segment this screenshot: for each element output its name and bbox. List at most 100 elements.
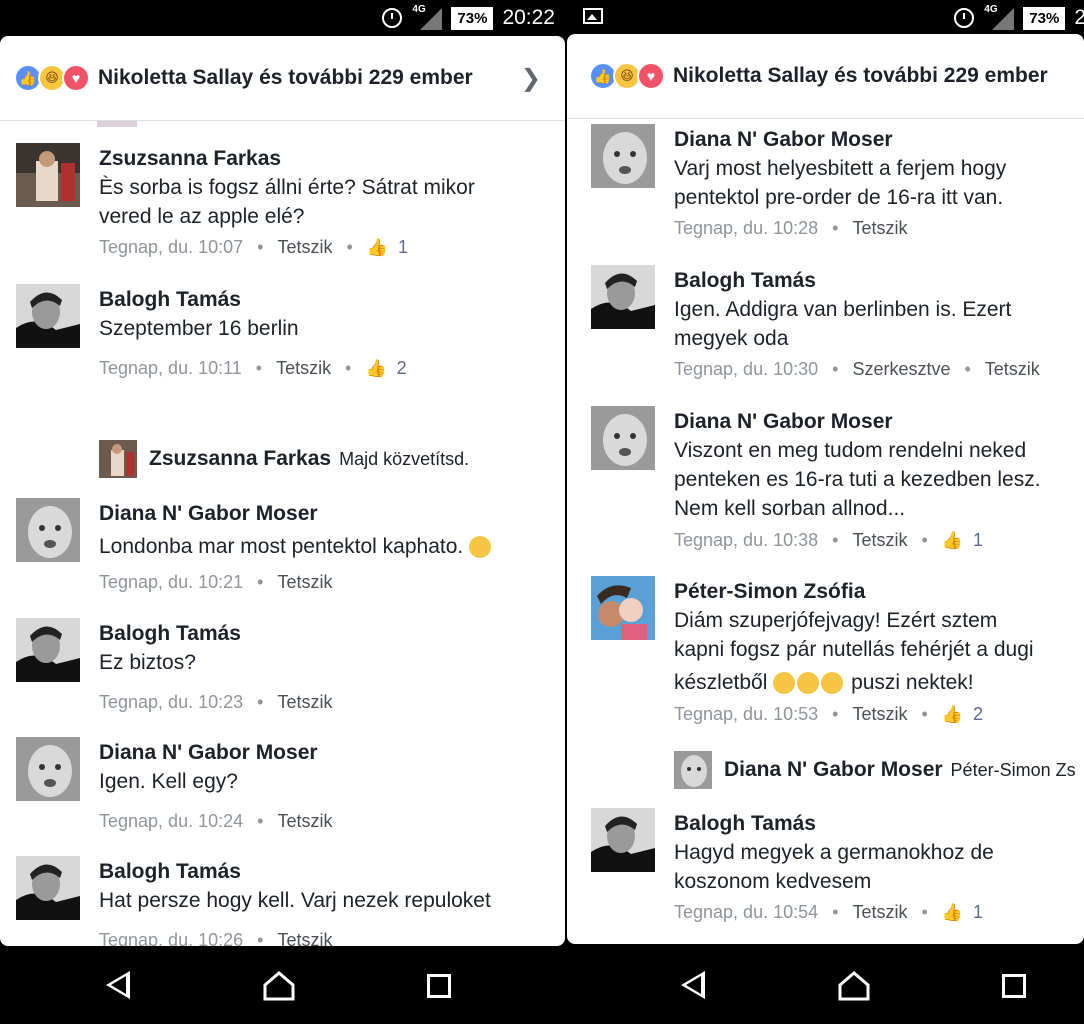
comment-text: Hat persze hogy kell. Varj nezek repulok…	[99, 886, 491, 915]
comment-meta: Tegnap, du. 10:54 • Tetszik • 👍 1	[674, 902, 983, 923]
like-button[interactable]: Tetszik	[276, 358, 331, 379]
comment-author[interactable]: Diana N' Gabor Moser	[674, 410, 893, 434]
home-icon[interactable]	[263, 971, 295, 1001]
comment-text-line: Hagyd megyek a germanokhoz de	[674, 841, 994, 864]
comment-text: Varj most helyesbitett a ferjem hogy pen…	[674, 154, 1006, 212]
like-button[interactable]: Tetszik	[852, 218, 907, 239]
home-icon[interactable]	[838, 971, 870, 1001]
comment-text: Igen. Kell egy?	[99, 767, 238, 796]
thumbs-up-icon: 👍	[941, 704, 963, 724]
avatar[interactable]	[591, 576, 655, 640]
reactions-header[interactable]: 👍 😆 ♥ Nikoletta Sallay és további 229 em…	[567, 34, 1084, 119]
reply-author[interactable]: Zsuzsanna Farkas	[149, 447, 331, 471]
edited-label[interactable]: Szerkesztve	[852, 359, 950, 380]
like-count[interactable]: 2	[397, 358, 407, 379]
comment-text-line: koszonom kedvesem	[674, 870, 872, 893]
comment-text: Hagyd megyek a germanokhoz de koszonom k…	[674, 838, 994, 896]
thumbs-up-icon: 👍	[941, 902, 963, 922]
avatar[interactable]	[591, 406, 655, 470]
comment-text-line: Diám szuperjófejvagy! Ezért sztem	[674, 609, 998, 632]
comment-author[interactable]: Balogh Tamás	[99, 288, 241, 312]
love-reaction-icon: ♥	[62, 64, 90, 92]
comment-author[interactable]: Balogh Tamás	[99, 860, 241, 884]
comment-author[interactable]: Diana N' Gabor Moser	[99, 741, 318, 765]
avatar[interactable]	[16, 498, 80, 562]
avatar[interactable]	[591, 808, 655, 872]
comment-text: Igen. Addigra van berlinben is. Ezert me…	[674, 295, 1011, 353]
avatar[interactable]	[591, 265, 655, 329]
reply-author[interactable]: Diana N' Gabor Moser	[724, 758, 943, 782]
like-button[interactable]: Tetszik	[277, 692, 332, 713]
comment-time: Tegnap, du. 10:30	[674, 359, 819, 379]
comment-text: Londonba mar most pentektol kaphato.	[99, 532, 493, 561]
avatar[interactable]	[16, 143, 80, 207]
comment-text-line: Igen. Addigra van berlinben is. Ezert	[674, 298, 1012, 321]
right-screen: 4G 73% 2 👍 😆 ♥ Nikoletta Sallay és továb…	[567, 0, 1084, 1024]
comment-author[interactable]: Diana N' Gabor Moser	[674, 128, 893, 152]
comment-thread: Diana N' Gabor Moser Varj most helyesbit…	[567, 119, 1084, 944]
like-button[interactable]: Tetszik	[277, 237, 332, 258]
like-button[interactable]: Tetszik	[852, 530, 907, 551]
signal-icon: 4G	[412, 4, 443, 30]
comment-time: Tegnap, du. 10:54	[674, 902, 819, 922]
chevron-right-icon[interactable]: ❯	[521, 64, 541, 93]
reactions-panel: 👍 😆 ♥ Nikoletta Sallay és további 229 em…	[0, 36, 565, 946]
avatar[interactable]	[16, 284, 80, 348]
like-count[interactable]: 1	[973, 902, 983, 923]
wink-emoji-icon	[469, 536, 492, 559]
avatar[interactable]	[16, 618, 80, 682]
comment-author[interactable]: Balogh Tamás	[674, 812, 816, 836]
like-button[interactable]: Tetszik	[852, 902, 907, 923]
like-button[interactable]: Tetszik	[985, 359, 1040, 380]
like-button[interactable]: Tetszik	[277, 572, 332, 593]
like-count[interactable]: 1	[398, 237, 408, 258]
like-button[interactable]: Tetszik	[277, 811, 332, 832]
back-icon[interactable]	[106, 971, 130, 999]
battery-indicator: 73%	[451, 6, 494, 30]
avatar[interactable]	[591, 124, 655, 188]
reactions-header[interactable]: 👍 😆 ♥ Nikoletta Sallay és további 229 em…	[0, 36, 565, 121]
navigation-bar	[0, 946, 565, 1024]
like-count[interactable]: 1	[973, 530, 983, 551]
comment-time: Tegnap, du. 10:21	[99, 572, 244, 592]
comment-meta: Tegnap, du. 10:24 • Tetszik	[99, 811, 333, 832]
comment-time: Tegnap, du. 10:28	[674, 218, 819, 238]
comment-author[interactable]: Zsuzsanna Farkas	[99, 147, 281, 171]
laughing-emoji-icon	[821, 672, 844, 695]
like-button[interactable]: Tetszik	[277, 930, 332, 946]
recent-apps-icon[interactable]	[427, 974, 451, 998]
reply-text: Majd közvetítsd.	[339, 448, 470, 469]
comment-text-line: kapni fogsz pár nutellás fehérjét a dugi	[674, 638, 1034, 661]
comment-text-line: Nem kell sorban allnod...	[674, 497, 906, 520]
battery-indicator: 73%	[1023, 6, 1066, 30]
comment-meta: Tegnap, du. 10:07 • Tetszik • 👍 1	[99, 237, 408, 258]
grimace-emoji-icon	[773, 672, 796, 695]
like-button[interactable]: Tetszik	[852, 704, 907, 725]
comment-time: Tegnap, du. 10:53	[674, 704, 819, 724]
comment-author[interactable]: Balogh Tamás	[674, 269, 816, 293]
comment-time: Tegnap, du. 10:11	[99, 358, 242, 378]
comment-author[interactable]: Balogh Tamás	[99, 622, 241, 646]
love-reaction-icon: ♥	[637, 62, 665, 90]
back-icon[interactable]	[681, 971, 705, 999]
comment-text: Szeptember 16 berlin	[99, 314, 299, 343]
clock: 20:22	[502, 6, 555, 29]
reactions-summary: Nikoletta Sallay és további 229 ember	[98, 66, 473, 89]
reply-row[interactable]: Zsuzsanna Farkas Majd közvetítsd.	[99, 440, 469, 478]
reply-row[interactable]: Diana N' Gabor Moser Péter-Simon Zs	[674, 751, 1076, 789]
navigation-bar	[567, 946, 1084, 1024]
comment-text-line: Igen. Kell egy?	[99, 770, 238, 793]
comment-meta: Tegnap, du. 10:21 • Tetszik	[99, 572, 333, 593]
comment-text-line: Viszont en meg tudom rendelni neked	[674, 439, 1027, 462]
avatar	[674, 751, 712, 789]
comment-text-line: Londonba mar most pentektol kaphato.	[99, 535, 464, 558]
avatar[interactable]	[16, 856, 80, 920]
comment-time: Tegnap, du. 10:07	[99, 237, 244, 257]
comment-meta: Tegnap, du. 10:23 • Tetszik	[99, 692, 333, 713]
avatar[interactable]	[16, 737, 80, 801]
comment-author[interactable]: Péter-Simon Zsófia	[674, 580, 865, 604]
recent-apps-icon[interactable]	[1002, 974, 1026, 998]
like-count[interactable]: 2	[973, 704, 983, 725]
comment-author[interactable]: Diana N' Gabor Moser	[99, 502, 318, 526]
reactions-panel: 👍 😆 ♥ Nikoletta Sallay és további 229 em…	[567, 34, 1084, 944]
